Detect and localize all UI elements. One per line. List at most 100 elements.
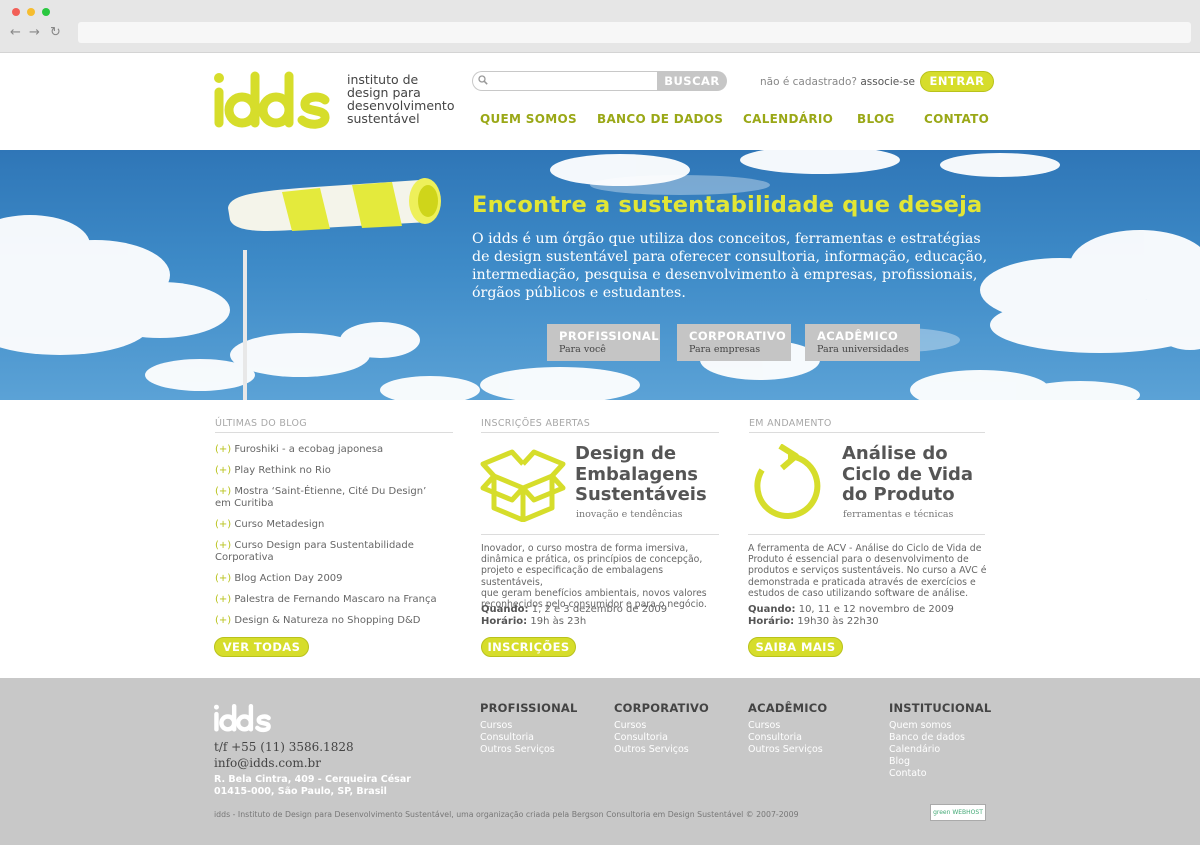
footer-address-line: 01415-000, São Paulo, SP, Brasil xyxy=(214,786,387,797)
footer-link-consultoria[interactable]: Consultoria xyxy=(614,732,668,744)
corporativo-button-subtitle: Para empresas xyxy=(689,344,761,355)
ver-todas-button[interactable]: VER TODAS xyxy=(214,637,309,657)
profissional-button-subtitle: Para você xyxy=(559,344,606,355)
course1-title-line: Design de xyxy=(575,443,677,464)
blog-item[interactable]: (+) Curso Metadesign xyxy=(215,519,455,531)
minimize-window-icon[interactable] xyxy=(27,8,35,16)
login-button[interactable]: ENTRAR xyxy=(920,71,994,92)
inscricoes-button[interactable]: INSCRIÇÕES xyxy=(481,637,576,657)
footer-logo-icon[interactable] xyxy=(213,703,277,733)
footer-copyright: idds - Instituto de Design para Desenvol… xyxy=(214,810,799,819)
course1-time-label: Horário: xyxy=(481,616,528,627)
plus-icon: (+) xyxy=(215,465,232,476)
nav-contato[interactable]: CONTATO xyxy=(924,112,989,126)
plus-icon: (+) xyxy=(215,615,232,626)
footer-link-outros-servicos[interactable]: Outros Serviços xyxy=(748,744,823,756)
footer-phone: t/f +55 (11) 3586.1828 xyxy=(214,740,354,754)
address-bar[interactable] xyxy=(78,22,1191,43)
course1-title: Design de Embalagens Sustentáveis xyxy=(575,443,707,506)
course2-heading: EM ANDAMENTO xyxy=(749,418,985,433)
course2-when-value: 10, 11 e 12 novembro de 2009 xyxy=(798,604,954,615)
nav-blog[interactable]: BLOG xyxy=(857,112,895,126)
idds-logo-icon[interactable] xyxy=(212,70,342,130)
hero-text-line: intermediação, pesquisa e desenvolviment… xyxy=(472,267,978,283)
footer-link-quem-somos[interactable]: Quem somos xyxy=(889,720,951,732)
close-window-icon[interactable] xyxy=(12,8,20,16)
footer-link-consultoria[interactable]: Consultoria xyxy=(480,732,534,744)
footer-link-cursos[interactable]: Cursos xyxy=(614,720,646,732)
search-button[interactable]: BUSCAR xyxy=(657,71,727,91)
blog-item-text: Mostra ‘Saint-Étienne, Cité Du Design’ xyxy=(234,486,427,497)
footer-link-cursos[interactable]: Cursos xyxy=(748,720,780,732)
corporativo-button[interactable]: CORPORATIVO Para empresas xyxy=(677,324,791,361)
blog-item[interactable]: (+) Furoshiki - a ecobag japonesa xyxy=(215,444,455,456)
profissional-button[interactable]: PROFISSIONAL Para você xyxy=(547,324,660,361)
profissional-button-title: PROFISSIONAL xyxy=(559,329,659,343)
register-link[interactable]: associe-se xyxy=(860,76,915,88)
register-prompt: não é cadastrado? associe-se xyxy=(760,76,915,88)
footer-email[interactable]: info@idds.com.br xyxy=(214,756,321,770)
blog-item[interactable]: (+) Play Rethink no Rio xyxy=(215,465,455,477)
search-box xyxy=(472,71,658,91)
footer-link-cursos[interactable]: Cursos xyxy=(480,720,512,732)
plus-icon: (+) xyxy=(215,486,232,497)
nav-quem-somos[interactable]: QUEM SOMOS xyxy=(480,112,577,126)
blog-item[interactable]: (+) Palestra de Fernando Mascaro na Fran… xyxy=(215,594,455,606)
saiba-mais-button[interactable]: SAIBA MAIS xyxy=(748,637,843,657)
nav-calendario[interactable]: CALENDÁRIO xyxy=(743,112,833,126)
course2-title-line: do Produto xyxy=(842,484,955,505)
plus-icon: (+) xyxy=(215,540,232,551)
academico-button-title: ACADÊMICO xyxy=(817,329,899,343)
academico-button[interactable]: ACADÊMICO Para universidades xyxy=(805,324,920,361)
footer-link-blog[interactable]: Blog xyxy=(889,756,910,768)
hero-text: O idds é um órgão que utiliza dos concei… xyxy=(472,230,992,302)
logo-text-line-4: sustentável xyxy=(347,111,420,126)
forward-arrow-icon[interactable]: → xyxy=(29,26,40,40)
nav-banco-de-dados[interactable]: BANCO DE DADOS xyxy=(597,112,723,126)
blog-item-text: Blog Action Day 2009 xyxy=(234,573,343,584)
open-box-icon xyxy=(480,449,566,522)
divider xyxy=(481,534,719,535)
blog-item[interactable]: (+) Curso Design para Sustentabilidade Co… xyxy=(215,540,455,563)
course2-time-value: 19h30 às 22h30 xyxy=(797,616,879,627)
course1-desc-line: projeto e especificação de embalagens su… xyxy=(481,565,664,588)
maximize-window-icon[interactable] xyxy=(42,8,50,16)
course2-desc-line: estudos de caso utilizando software de a… xyxy=(748,587,969,599)
academico-button-subtitle: Para universidades xyxy=(817,344,909,355)
footer-link-outros-servicos[interactable]: Outros Serviços xyxy=(480,744,555,756)
footer-col-profissional-heading: PROFISSIONAL xyxy=(480,701,578,715)
footer-link-outros-servicos[interactable]: Outros Serviços xyxy=(614,744,689,756)
footer-link-banco-de-dados[interactable]: Banco de dados xyxy=(889,732,965,744)
footer-link-contato[interactable]: Contato xyxy=(889,768,927,780)
hero-text-line: O idds é um órgão que utiliza dos concei… xyxy=(472,231,981,247)
course2-desc-line: Produto é essencial para o desenvolvimen… xyxy=(748,554,969,566)
hero-text-line: de design sustentável para oferecer cons… xyxy=(472,249,988,265)
blog-item-text: Palestra de Fernando Mascaro na França xyxy=(234,594,437,605)
footer-link-calendario[interactable]: Calendário xyxy=(889,744,940,756)
register-prompt-text: não é cadastrado? xyxy=(760,76,857,88)
green-webhost-badge[interactable]: green WEBHOST xyxy=(930,804,986,821)
course2-time-label: Horário: xyxy=(748,616,795,627)
plus-icon: (+) xyxy=(215,444,232,455)
blog-item-text: Curso Metadesign xyxy=(234,519,325,530)
reload-icon[interactable]: ↻ xyxy=(50,26,61,40)
search-input[interactable] xyxy=(495,73,655,89)
blog-item[interactable]: (+) Design & Natureza no Shopping D&D xyxy=(215,615,455,627)
blog-item-text: Design & Natureza no Shopping D&D xyxy=(234,615,421,626)
plus-icon: (+) xyxy=(215,519,232,530)
course1-title-line: Embalagens xyxy=(575,463,699,485)
footer-col-corporativo-heading: CORPORATIVO xyxy=(614,701,709,715)
course1-desc-line: que geram benefícios ambientais, novos v… xyxy=(481,587,707,599)
blog-item[interactable]: (+) Mostra ‘Saint-Étienne, Cité Du Desig… xyxy=(215,486,455,509)
blog-heading: ÚLTIMAS DO BLOG xyxy=(215,418,453,433)
browser-chrome: ← → ↻ xyxy=(0,0,1200,53)
blog-item[interactable]: (+) Blog Action Day 2009 xyxy=(215,573,455,585)
course1-time-value: 19h às 23h xyxy=(530,616,587,627)
footer-link-consultoria[interactable]: Consultoria xyxy=(748,732,802,744)
blog-item-text-2: Corporativa xyxy=(215,551,274,563)
course1-desc-line: dinâmica e prática, os princípios de con… xyxy=(481,554,703,566)
course1-desc-line: Inovador, o curso mostra de forma imersi… xyxy=(481,543,689,554)
cycle-arrow-icon xyxy=(754,444,821,519)
course2-when-label: Quando: xyxy=(748,604,796,615)
back-arrow-icon[interactable]: ← xyxy=(10,26,21,40)
